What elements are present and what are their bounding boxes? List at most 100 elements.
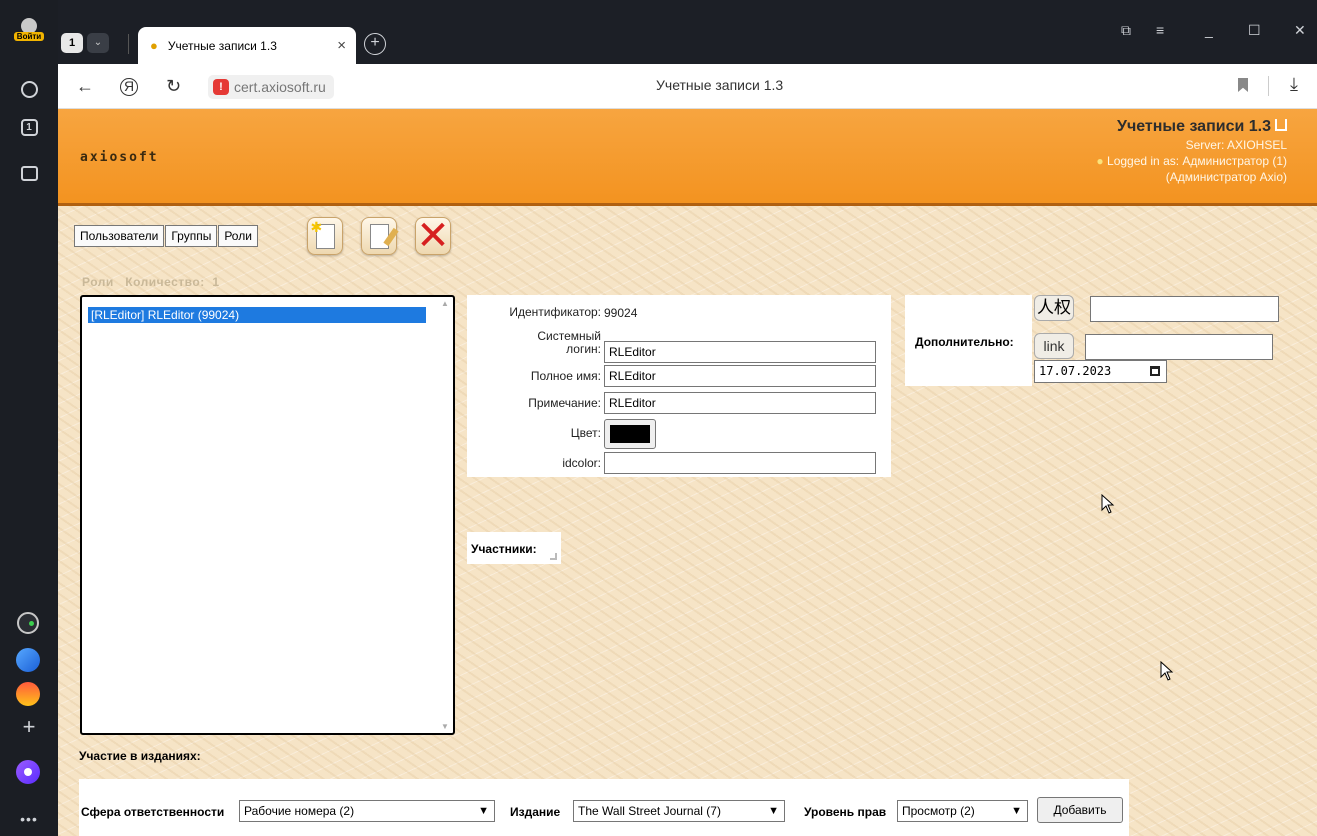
section-nav: Пользователи Группы Роли — [74, 225, 259, 247]
arrow-left-icon[interactable]: ← — [76, 76, 94, 97]
link-input[interactable] — [1085, 334, 1273, 360]
roles-listbox[interactable]: [RLEditor] RLEditor (99024) ▲ ▼ — [80, 295, 455, 735]
roles-count: Роли Количество: 1 — [82, 275, 220, 289]
axiosoft-logo: axiosoft — [80, 150, 159, 165]
id-label: Идентификатор: — [509, 305, 601, 319]
mouse-cursor-icon — [1160, 661, 1174, 681]
yandex-logo-icon[interactable]: Я — [120, 78, 138, 96]
tab-bar: 1 ⌄ ● Учетные записи 1.3 × + ⧉ ≡ _ ☐ ✕ — [58, 0, 1317, 64]
users-favicon-icon: ● — [150, 38, 158, 53]
groups-button[interactable]: Группы — [165, 225, 218, 247]
screenshot-icon[interactable] — [16, 160, 42, 186]
rights-label: Уровень прав — [804, 805, 887, 819]
color-swatch — [610, 425, 650, 443]
idcolor-label: idcolor: — [562, 456, 601, 470]
tab-active[interactable]: ● Учетные записи 1.3 × — [138, 27, 356, 64]
scroll-down-icon[interactable]: ▼ — [441, 722, 449, 731]
delete-x-icon: ✕ — [416, 213, 450, 259]
resize-grip-icon[interactable] — [550, 553, 557, 560]
editions-label: Участие в изданиях: — [79, 749, 201, 763]
minimize-button[interactable]: _ — [1205, 22, 1213, 38]
app-icon-status[interactable] — [17, 612, 39, 634]
new-tab-button[interactable]: + — [364, 33, 386, 55]
calendar-icon[interactable] — [1150, 366, 1160, 376]
editions-panel: Сфера ответственности Рабочие номера (2)… — [79, 779, 1129, 836]
edition-select[interactable]: The Wall Street Journal (7) ▼ — [573, 800, 785, 822]
history-icon[interactable] — [16, 76, 42, 102]
color-picker[interactable] — [604, 419, 656, 449]
close-tab-icon[interactable]: × — [337, 37, 346, 54]
add-app-icon[interactable]: + — [16, 714, 42, 740]
user-icon: ● — [1096, 154, 1104, 168]
edition-label: Издание — [510, 805, 561, 819]
close-window-button[interactable]: ✕ — [1294, 22, 1306, 39]
chevron-down-icon[interactable]: ⌄ — [87, 33, 109, 53]
link-button[interactable]: link — [1034, 333, 1074, 359]
address-bar: ← Я ↻ ! cert.axiosoft.ru Учетные записи … — [58, 64, 1317, 109]
page-content: axiosoft Учетные записи 1.3 Server: AXIO… — [58, 109, 1317, 836]
edit-document-icon — [369, 223, 399, 249]
login-button[interactable]: Войти — [13, 16, 45, 42]
participants-box[interactable]: Участники: — [467, 532, 561, 564]
tab-separator — [128, 34, 129, 54]
tab-counter[interactable]: 1 ⌄ — [61, 30, 121, 56]
logged-in-user: ● Logged in as: Администратор (1) — [1096, 154, 1287, 168]
home-icon[interactable] — [1275, 119, 1287, 131]
edit-record-button[interactable] — [361, 217, 399, 255]
chevron-down-icon: ▼ — [768, 805, 779, 817]
rights-select[interactable]: Просмотр (2) ▼ — [897, 800, 1028, 822]
fullname-label: Полное имя: — [530, 369, 601, 383]
kanji-input[interactable] — [1090, 296, 1279, 322]
list-item[interactable]: [RLEditor] RLEditor (99024) — [88, 307, 426, 323]
sphere-label: Сфера ответственности — [81, 805, 225, 819]
add-button[interactable]: Добавить — [1037, 797, 1123, 823]
more-icon[interactable]: ••• — [16, 806, 42, 832]
extra-panel: Дополнительно: — [905, 295, 1032, 386]
app-title: Учетные записи 1.3 — [1096, 118, 1287, 136]
bookmark-icon[interactable] — [1238, 78, 1248, 92]
url-field[interactable]: ! cert.axiosoft.ru — [208, 75, 334, 99]
login-field[interactable]: RLEditor — [604, 341, 876, 363]
url-domain: cert.axiosoft.ru — [234, 79, 326, 95]
date-input[interactable]: 17.07.2023 — [1034, 360, 1167, 383]
sphere-select[interactable]: Рабочие номера (2) ▼ — [239, 800, 495, 822]
kanji-button[interactable]: 人权 — [1034, 295, 1074, 321]
participants-label: Участники: — [471, 542, 537, 556]
maximize-button[interactable]: ☐ — [1248, 22, 1261, 39]
scroll-up-icon[interactable]: ▲ — [441, 299, 449, 308]
color-label: Цвет: — [570, 426, 601, 440]
site-header: axiosoft Учетные записи 1.3 Server: AXIO… — [58, 109, 1317, 206]
roles-button[interactable]: Роли — [218, 225, 258, 247]
browser-sidebar: Войти 1 + ••• — [0, 0, 58, 836]
menu-icon[interactable]: ≡ — [1156, 22, 1164, 38]
download-icon[interactable]: ⤓ — [1290, 74, 1298, 95]
app-icon-blue[interactable] — [16, 648, 40, 672]
new-document-icon: ✱ — [311, 219, 335, 249]
reload-icon[interactable]: ↻ — [166, 76, 181, 97]
chevron-down-icon: ▼ — [1011, 805, 1022, 817]
role-form: Идентификатор: 99024 Системный логин: RLE… — [467, 295, 891, 477]
alice-icon[interactable] — [16, 760, 40, 784]
header-info: Учетные записи 1.3 Server: AXIOHSEL ● Lo… — [1096, 118, 1287, 184]
users-button[interactable]: Пользователи — [74, 225, 165, 247]
login-label: Войти — [13, 31, 45, 41]
note-label: Примечание: — [528, 396, 601, 410]
extra-label: Дополнительно: — [915, 335, 1014, 349]
server-name: Server: AXIOHSEL — [1185, 138, 1287, 152]
chevron-down-icon: ▼ — [478, 805, 489, 817]
delete-record-button[interactable]: ✕ — [415, 213, 451, 259]
logged-in-detail: (Администратор Axio) — [1165, 170, 1287, 184]
new-record-button[interactable]: ✱ — [307, 217, 343, 255]
warning-icon[interactable]: ! — [213, 79, 229, 95]
login-label: Системный логин: — [537, 329, 601, 356]
id-value: 99024 — [604, 306, 638, 320]
listbox-scrollbar[interactable]: ▲ ▼ — [439, 299, 451, 731]
pin-icon[interactable]: ⧉ — [1121, 22, 1131, 39]
app-icon-orange[interactable] — [16, 682, 40, 706]
tab-title: Учетные записи 1.3 — [167, 38, 277, 53]
note-field[interactable]: RLEditor — [604, 392, 876, 414]
tabs-icon[interactable]: 1 — [16, 114, 42, 140]
address-page-title: Учетные записи 1.3 — [656, 77, 784, 93]
idcolor-field[interactable] — [604, 452, 876, 474]
fullname-field[interactable]: RLEditor — [604, 365, 876, 387]
